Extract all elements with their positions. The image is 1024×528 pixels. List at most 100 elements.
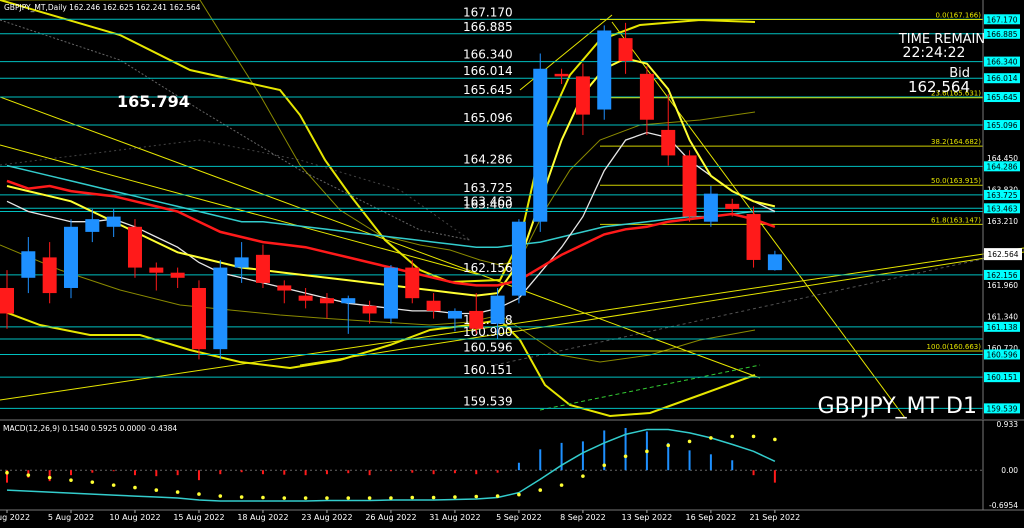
candle-body xyxy=(255,254,270,283)
candle-body xyxy=(319,298,334,304)
candle-body xyxy=(149,267,164,273)
macd-signal-dot xyxy=(751,434,756,439)
macd-signal-dot xyxy=(410,495,415,500)
candle-body xyxy=(383,267,398,319)
candle-body xyxy=(618,38,633,62)
macd-signal-dot xyxy=(218,494,223,498)
axis-tag-label: 166.014 xyxy=(986,74,1017,83)
candle-body xyxy=(21,251,36,278)
time-remain-value: 22:24:22 xyxy=(903,45,966,61)
candle-body xyxy=(533,68,548,222)
macd-signal-dot xyxy=(602,463,607,468)
chart-canvas[interactable]: 167.170 166.885 166.340 166.014 165.645 165.0… xyxy=(0,0,1024,524)
date-label: 8 Sep 2022 xyxy=(560,513,606,522)
axis-tag-label: 162.156 xyxy=(986,271,1017,280)
axis-tag-label: 165.645 xyxy=(986,93,1017,102)
macd-signal-dot xyxy=(538,488,543,492)
fibo-label: 61.8(163.147) xyxy=(931,216,981,224)
price-chart[interactable]: 167.170 166.885 166.340 166.014 165.645 165.0… xyxy=(0,0,1024,524)
date-label: 23 Aug 2022 xyxy=(301,513,352,522)
level-label: 164.286 xyxy=(463,152,513,166)
candle-body xyxy=(597,30,612,110)
axis-value: 161.960 xyxy=(987,281,1018,290)
candle-body xyxy=(490,295,505,324)
macd-signal-dot xyxy=(474,494,479,499)
macd-signal-dot xyxy=(133,485,137,490)
level-label: 160.596 xyxy=(463,340,513,354)
macd-tick: -0.6954 xyxy=(989,501,1018,510)
candle-body xyxy=(362,305,377,314)
macd-signal-dot xyxy=(367,496,372,500)
symbol-info: GBPJPY_MT,Daily 162.246 162.625 162.241 … xyxy=(4,3,201,12)
candle-body xyxy=(85,219,100,232)
axis-tag-label: 160.151 xyxy=(986,373,1017,382)
axis-tag-label: 166.885 xyxy=(986,30,1017,39)
macd-signal-dot xyxy=(517,492,521,497)
date-label: 18 Aug 2022 xyxy=(237,513,288,522)
watermark: GBPJPY_MT D1 xyxy=(818,394,977,419)
candle-body xyxy=(127,226,142,268)
macd-signal-dot xyxy=(325,496,329,500)
macd-signal-dot xyxy=(239,495,244,499)
macd-tick: 0.00 xyxy=(1001,466,1018,475)
candle-body xyxy=(277,285,292,291)
macd-signal-dot xyxy=(197,492,201,496)
macd-signal-dot xyxy=(687,439,692,444)
date-label: 31 Aug 2022 xyxy=(429,513,480,522)
macd-signal-dot xyxy=(26,473,31,477)
fibo-label: 50.0(163.915) xyxy=(931,177,981,185)
macd-signal-dot xyxy=(69,478,73,482)
macd-signal-dot xyxy=(346,496,351,500)
macd-label: MACD(12,26,9) 0.1540 0.5925 0.0000 -0.43… xyxy=(3,424,177,433)
candle-body xyxy=(42,257,57,294)
level-label: 165.645 xyxy=(463,83,513,97)
macd-signal-dot xyxy=(495,494,500,498)
candle-body xyxy=(703,193,718,222)
macd-signal-dot xyxy=(666,443,671,448)
level-label: 160.151 xyxy=(463,363,513,377)
candle-body xyxy=(725,203,740,209)
date-label: 21 Sep 2022 xyxy=(750,513,801,522)
candle-body xyxy=(63,226,78,288)
axis-tag-label: 167.170 xyxy=(986,15,1017,24)
macd-signal-dot xyxy=(111,483,116,487)
candle-body xyxy=(426,300,441,311)
candle-body xyxy=(213,267,228,350)
date-label: 5 Sep 2022 xyxy=(496,513,542,522)
macd-signal-dot xyxy=(261,495,265,500)
macd-signal-dot xyxy=(623,454,628,459)
level-label: 165.096 xyxy=(463,111,513,125)
candle-body xyxy=(341,298,356,304)
macd-signal-dot xyxy=(282,496,287,500)
axis-tag-label: 166.340 xyxy=(986,58,1017,67)
candle-body xyxy=(746,214,761,260)
candle-body xyxy=(554,73,569,77)
date-label: 2 Aug 2022 xyxy=(0,513,30,522)
axis-tag-label: 161.138 xyxy=(986,323,1017,332)
bid-value: 162.564 xyxy=(908,78,970,96)
candle-body xyxy=(106,216,121,227)
macd-signal-dot xyxy=(5,470,9,475)
macd-signal-dot xyxy=(453,495,457,499)
axis-tag-label: 163.725 xyxy=(986,191,1017,200)
candle-body xyxy=(511,221,526,296)
level-label: 163.725 xyxy=(463,181,513,195)
candle-body xyxy=(767,254,782,271)
level-label: 166.014 xyxy=(463,64,513,78)
date-label: 5 Aug 2022 xyxy=(48,513,94,522)
candle-body xyxy=(447,310,462,319)
date-label: 16 Sep 2022 xyxy=(686,513,737,522)
candle-body xyxy=(234,257,249,268)
candle-body xyxy=(191,287,206,350)
fibo-label: 100.0(160.663) xyxy=(927,343,982,351)
date-label: 13 Sep 2022 xyxy=(622,513,673,522)
macd-tick: 0.933 xyxy=(997,420,1019,429)
macd-signal-dot xyxy=(175,490,180,494)
level-label: 162.156 xyxy=(463,261,513,275)
macd-signal-dot xyxy=(47,475,52,480)
axis-tag-label: 163.463 xyxy=(986,204,1017,213)
axis-tag-label: 165.096 xyxy=(986,121,1017,130)
macd-signal-dot xyxy=(389,496,393,500)
macd-signal-dot xyxy=(90,480,95,484)
candle-body xyxy=(0,287,14,314)
